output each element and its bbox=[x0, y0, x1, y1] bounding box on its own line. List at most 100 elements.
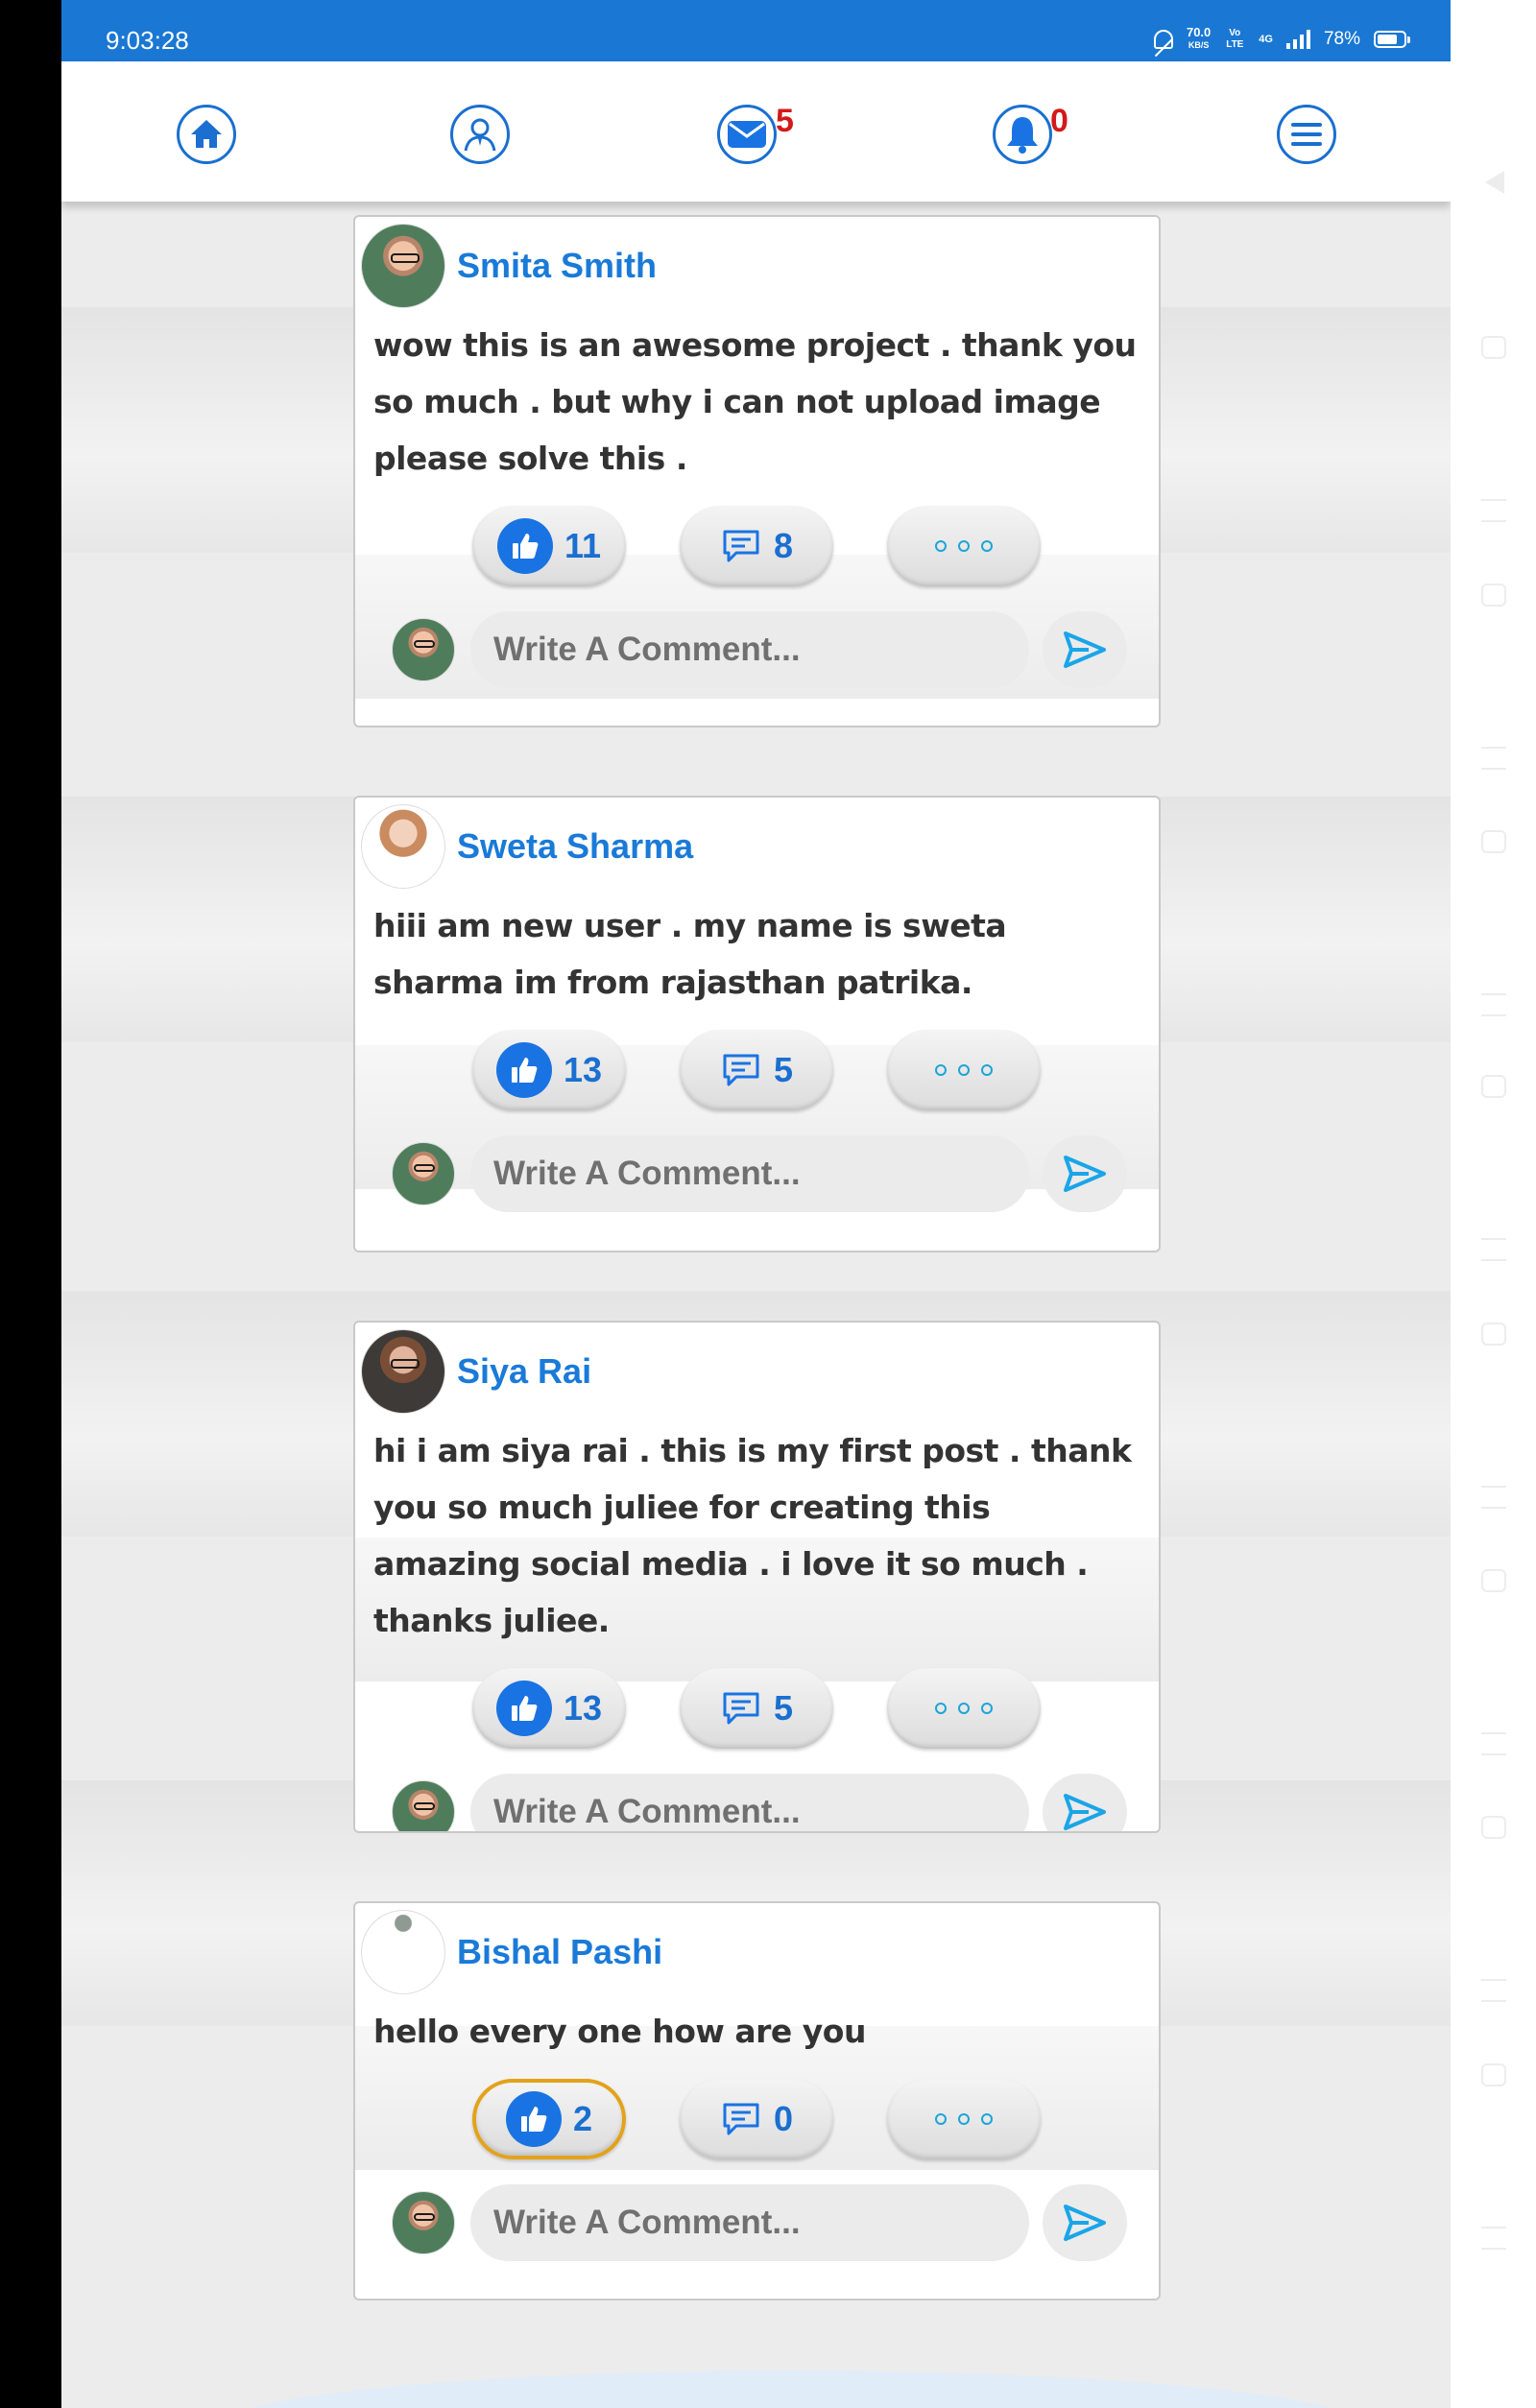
like-button[interactable]: 13 bbox=[472, 1668, 626, 1749]
author-name[interactable]: Bishal Pashi bbox=[457, 1932, 662, 1972]
messages-button[interactable] bbox=[717, 105, 777, 164]
current-user-avatar bbox=[392, 2191, 455, 2254]
send-comment-button[interactable] bbox=[1043, 1135, 1127, 1212]
send-icon bbox=[1064, 1794, 1106, 1830]
more-options-button[interactable] bbox=[887, 2079, 1041, 2159]
notifications-button[interactable] bbox=[993, 105, 1052, 164]
signal-icon bbox=[1285, 29, 1310, 49]
post-card: Siya Rai hi i am siya rai . this is my f… bbox=[353, 1321, 1161, 1833]
volte-indicator: Vo LTE bbox=[1226, 27, 1244, 50]
comment-input[interactable]: Write A Comment... bbox=[470, 1135, 1029, 1212]
bell-icon bbox=[1007, 117, 1038, 154]
send-icon bbox=[1064, 1156, 1106, 1192]
comment-count: 8 bbox=[773, 526, 794, 565]
side-gesture-bar bbox=[1451, 0, 1536, 2408]
post-card: Sweta Sharma hiii am new user . my name … bbox=[353, 796, 1161, 1252]
mail-icon bbox=[728, 121, 766, 148]
more-options-button[interactable] bbox=[887, 506, 1041, 586]
ghost-lines bbox=[1481, 993, 1506, 1016]
ghost-square bbox=[1481, 1569, 1506, 1592]
status-time: 9:03:28 bbox=[106, 26, 189, 55]
thumbs-up-icon bbox=[505, 2091, 562, 2147]
like-button-active[interactable]: 2 bbox=[472, 2079, 626, 2159]
post-actions: 11 8 bbox=[355, 506, 1159, 586]
ghost-lines bbox=[1481, 499, 1506, 522]
send-comment-button[interactable] bbox=[1043, 2184, 1127, 2261]
comment-button[interactable]: 8 bbox=[680, 506, 833, 586]
like-count: 2 bbox=[572, 2099, 593, 2138]
status-bar: 9:03:28 70.0 KB/S Vo LTE 4G 78% bbox=[61, 0, 1451, 61]
ghost-lines bbox=[1481, 1486, 1506, 1509]
like-button[interactable]: 11 bbox=[472, 506, 626, 586]
send-comment-button[interactable] bbox=[1043, 611, 1127, 688]
menu-button[interactable] bbox=[1277, 105, 1336, 164]
comment-input[interactable]: Write A Comment... bbox=[470, 611, 1029, 688]
post-card: Bishal Pashi hello every one how are you… bbox=[353, 1901, 1161, 2301]
more-dots-icon bbox=[935, 1064, 993, 1076]
comment-composer: Write A Comment... bbox=[355, 1774, 1159, 1831]
comment-composer: Write A Comment... bbox=[355, 611, 1159, 688]
post-text: hiii am new user . my name is sweta shar… bbox=[373, 907, 1007, 1001]
comment-icon bbox=[723, 1054, 759, 1086]
net-speed-unit: KB/S bbox=[1188, 40, 1210, 50]
author-name[interactable]: Smita Smith bbox=[457, 246, 657, 286]
battery-level bbox=[1378, 34, 1398, 44]
like-count: 13 bbox=[563, 1688, 603, 1728]
more-dots-icon bbox=[935, 1703, 993, 1714]
menu-icon bbox=[1291, 123, 1322, 146]
post-header: Sweta Sharma bbox=[355, 798, 1159, 890]
battery-icon bbox=[1374, 30, 1410, 48]
comment-input[interactable]: Write A Comment... bbox=[470, 1774, 1029, 1831]
comment-composer: Write A Comment... bbox=[355, 1135, 1159, 1212]
send-comment-button[interactable] bbox=[1043, 1774, 1127, 1831]
notifications-count: 0 bbox=[1050, 103, 1068, 139]
more-dots-icon bbox=[935, 2113, 993, 2125]
current-user-avatar bbox=[392, 1780, 455, 1831]
current-user-avatar bbox=[392, 1142, 455, 1205]
comment-count: 0 bbox=[773, 2099, 794, 2138]
like-button[interactable]: 13 bbox=[472, 1030, 626, 1110]
messages-count: 5 bbox=[776, 103, 794, 139]
author-avatar[interactable] bbox=[361, 1329, 445, 1414]
comment-button[interactable]: 5 bbox=[680, 1030, 833, 1110]
post-header: Siya Rai bbox=[355, 1323, 1159, 1415]
thumbs-up-icon bbox=[495, 1042, 552, 1098]
app-screen: 9:03:28 70.0 KB/S Vo LTE 4G 78% 5 0 Smit… bbox=[61, 0, 1451, 2408]
comment-composer: Write A Comment... bbox=[355, 2184, 1159, 2261]
comment-input[interactable]: Write A Comment... bbox=[470, 2184, 1029, 2261]
home-button[interactable] bbox=[177, 105, 236, 164]
profile-button[interactable] bbox=[450, 105, 510, 164]
author-name[interactable]: Sweta Sharma bbox=[457, 826, 693, 867]
mute-icon bbox=[1153, 29, 1173, 49]
post-actions: 13 5 bbox=[355, 1030, 1159, 1110]
status-icons: 70.0 KB/S Vo LTE 4G 78% bbox=[1153, 26, 1410, 51]
send-icon bbox=[1064, 2205, 1106, 2241]
post-header: Smita Smith bbox=[355, 217, 1159, 309]
ghost-square bbox=[1481, 1816, 1506, 1839]
back-gesture-icon bbox=[1485, 171, 1504, 194]
author-avatar[interactable] bbox=[361, 224, 445, 308]
comment-button[interactable]: 0 bbox=[680, 2079, 833, 2159]
net-speed: 70.0 KB/S bbox=[1187, 26, 1211, 51]
more-options-button[interactable] bbox=[887, 1030, 1041, 1110]
author-name[interactable]: Siya Rai bbox=[457, 1351, 591, 1392]
comment-icon bbox=[723, 1692, 759, 1725]
top-navigation: 5 0 bbox=[61, 61, 1451, 202]
like-count: 11 bbox=[564, 526, 602, 565]
thumbs-up-icon bbox=[496, 518, 553, 574]
ghost-lines bbox=[1481, 1732, 1506, 1755]
more-dots-icon bbox=[935, 540, 993, 552]
ghost-square bbox=[1481, 584, 1506, 607]
comment-button[interactable]: 5 bbox=[680, 1668, 833, 1749]
author-avatar[interactable] bbox=[361, 804, 445, 889]
more-options-button[interactable] bbox=[887, 1668, 1041, 1749]
ghost-lines bbox=[1481, 747, 1506, 770]
post-header: Bishal Pashi bbox=[355, 1903, 1159, 1995]
ghost-lines bbox=[1481, 1979, 1506, 2002]
author-avatar[interactable] bbox=[361, 1910, 445, 1994]
like-count: 13 bbox=[563, 1050, 603, 1089]
thumbs-up-icon bbox=[495, 1681, 552, 1736]
profile-icon bbox=[464, 118, 496, 152]
comment-icon bbox=[723, 2103, 759, 2135]
post-actions: 13 5 bbox=[355, 1668, 1159, 1749]
